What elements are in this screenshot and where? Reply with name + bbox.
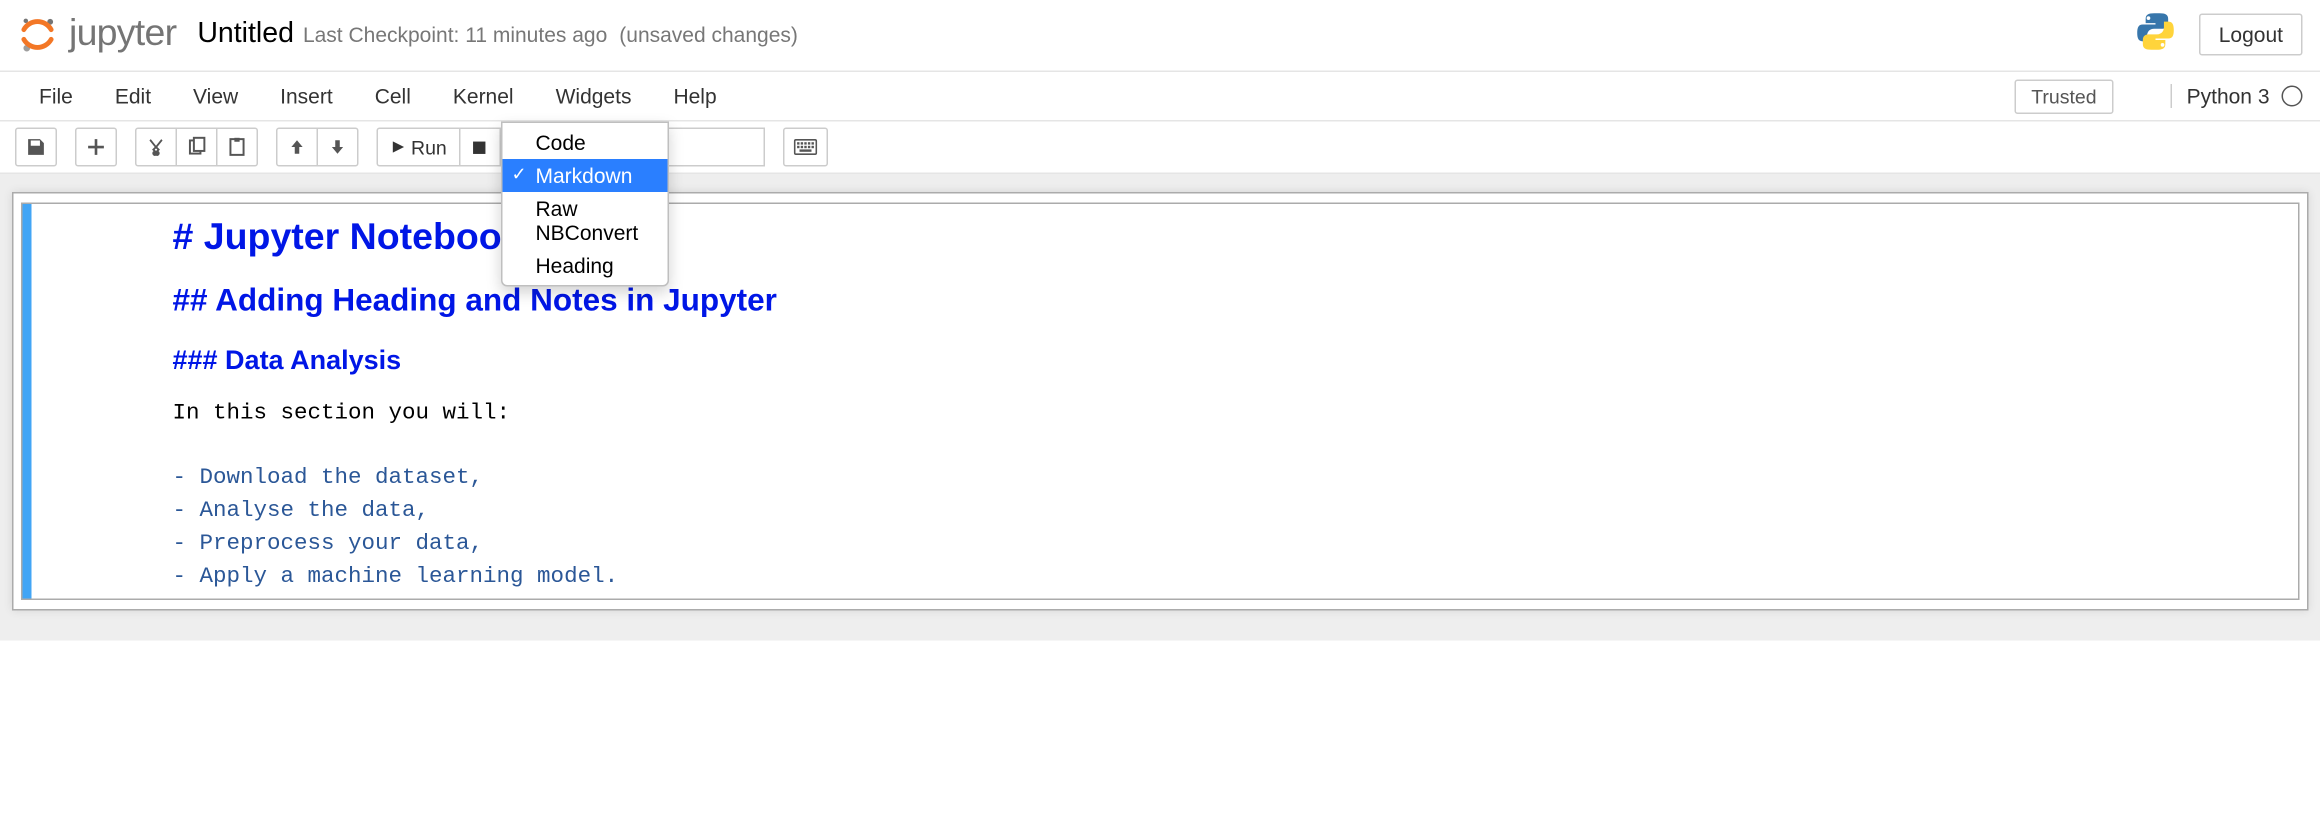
- logout-button[interactable]: Logout: [2199, 13, 2302, 55]
- kernel-name: Python 3: [2187, 84, 2270, 108]
- menu-help[interactable]: Help: [652, 72, 737, 120]
- jupyter-logo[interactable]: jupyter: [18, 12, 176, 56]
- celltype-option-markdown[interactable]: Markdown: [503, 159, 668, 192]
- run-label: Run: [411, 136, 447, 159]
- celltype-option-raw[interactable]: Raw NBConvert: [503, 192, 668, 249]
- menu-view[interactable]: View: [172, 72, 259, 120]
- move-down-button[interactable]: [317, 128, 359, 167]
- save-icon: [26, 137, 47, 158]
- cut-button[interactable]: [135, 128, 177, 167]
- menu-insert[interactable]: Insert: [259, 72, 354, 120]
- kernel-indicator[interactable]: Python 3: [2170, 84, 2302, 108]
- menu-file[interactable]: File: [18, 72, 94, 120]
- play-icon: [390, 140, 405, 155]
- unsaved-indicator: (unsaved changes): [619, 22, 798, 46]
- md-list-item: - Apply a machine learning model.: [173, 560, 2287, 593]
- menu-edit[interactable]: Edit: [94, 72, 172, 120]
- plus-icon: [86, 137, 107, 158]
- kernel-status-icon: [2282, 86, 2303, 107]
- command-palette-button[interactable]: [783, 128, 828, 167]
- checkpoint-status: Last Checkpoint: 11 minutes ago: [303, 22, 607, 46]
- md-list-item: - Analyse the data,: [173, 495, 2287, 528]
- add-cell-button[interactable]: [75, 128, 117, 167]
- md-list-item: - Preprocess your data,: [173, 528, 2287, 561]
- menu-cell[interactable]: Cell: [354, 72, 432, 120]
- notebook-container: # Jupyter Notebook ## Adding Heading and…: [0, 174, 2320, 641]
- stop-icon: [472, 139, 489, 156]
- notebook-inner: # Jupyter Notebook ## Adding Heading and…: [12, 192, 2309, 611]
- menu-widgets[interactable]: Widgets: [535, 72, 653, 120]
- arrow-up-icon: [288, 138, 306, 156]
- celltype-option-code[interactable]: Code: [503, 126, 668, 159]
- menu-kernel[interactable]: Kernel: [432, 72, 535, 120]
- interrupt-button[interactable]: [459, 128, 501, 167]
- toolbar: Run Code Markdown Raw NBConvert Heading: [0, 122, 2320, 175]
- cell-select-strip: [23, 204, 32, 599]
- move-up-button[interactable]: [276, 128, 318, 167]
- md-blank-line: [173, 430, 2287, 463]
- arrow-down-icon: [329, 138, 347, 156]
- notebook-header: jupyter Untitled Last Checkpoint: 11 min…: [0, 0, 2320, 72]
- celltype-option-heading[interactable]: Heading: [503, 249, 668, 282]
- copy-button[interactable]: [176, 128, 218, 167]
- cell-prompt-area: [32, 204, 161, 599]
- paste-icon: [227, 137, 248, 158]
- trusted-indicator[interactable]: Trusted: [2015, 79, 2113, 114]
- cut-icon: [146, 137, 167, 158]
- md-h2-line: ## Adding Heading and Notes in Jupyter: [173, 279, 2287, 325]
- md-list: - Download the dataset, - Analyse the da…: [173, 462, 2287, 593]
- markdown-cell[interactable]: # Jupyter Notebook ## Adding Heading and…: [21, 203, 2300, 601]
- menu-bar: File Edit View Insert Cell Kernel Widget…: [0, 72, 2320, 122]
- save-button[interactable]: [15, 128, 57, 167]
- copy-icon: [186, 137, 207, 158]
- keyboard-icon: [793, 138, 817, 156]
- cell-editor[interactable]: # Jupyter Notebook ## Adding Heading and…: [161, 204, 2299, 599]
- md-body-intro: In this section you will:: [173, 397, 2287, 430]
- notebook-name[interactable]: Untitled: [197, 17, 294, 50]
- md-h1-line: # Jupyter Notebook: [173, 210, 2287, 264]
- python-icon: [2133, 9, 2178, 59]
- md-h3-line: ### Data Analysis: [173, 340, 2287, 379]
- run-button[interactable]: Run: [377, 128, 461, 167]
- jupyter-brand-text: jupyter: [69, 12, 176, 56]
- md-list-item: - Download the dataset,: [173, 462, 2287, 495]
- paste-button[interactable]: [216, 128, 258, 167]
- celltype-dropdown: Code Markdown Raw NBConvert Heading: [501, 122, 669, 287]
- jupyter-icon: [18, 14, 57, 53]
